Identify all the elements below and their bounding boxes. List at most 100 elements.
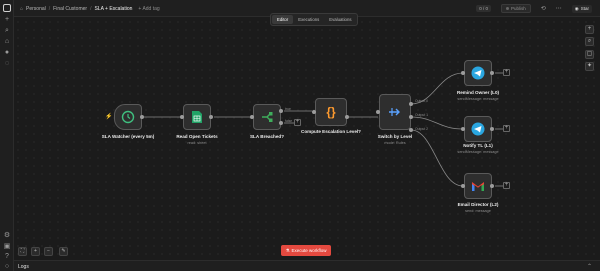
node-subtitle-email-director: send: message bbox=[465, 209, 491, 213]
add-node-panel-button[interactable]: + bbox=[585, 25, 594, 34]
github-icon: ◉ bbox=[574, 5, 579, 11]
output-handle[interactable] bbox=[490, 127, 494, 131]
publish-button[interactable]: Publish bbox=[501, 4, 531, 13]
input-handle[interactable] bbox=[312, 110, 316, 114]
ai-assistant-icon[interactable]: ✦ bbox=[585, 62, 594, 71]
fit-view-icon[interactable]: ⛶ bbox=[18, 247, 27, 256]
project-icon: ⌂ bbox=[20, 6, 24, 12]
execute-label: Execute workflow bbox=[291, 248, 327, 253]
node-compute-escalation[interactable]: {} bbox=[315, 98, 347, 126]
input-handle[interactable] bbox=[461, 184, 465, 188]
zoom-in-icon[interactable]: + bbox=[31, 247, 40, 256]
switch-output-label-2: Output 2 bbox=[415, 127, 429, 131]
switch-output-label-1: Output 1 bbox=[415, 113, 429, 117]
left-sidebar: + ⌕ ⌂ ● ◌ ⚙ ▣ ? ○ bbox=[0, 0, 14, 271]
notifications-icon[interactable]: ○ bbox=[3, 263, 11, 271]
zoom-out-icon[interactable]: − bbox=[44, 247, 53, 256]
more-options-icon[interactable]: ⋯ bbox=[556, 5, 562, 12]
if-icon bbox=[262, 112, 273, 122]
true-branch-label: true bbox=[285, 107, 291, 111]
github-star-button[interactable]: ◉ Star bbox=[571, 4, 592, 13]
add-node-false-button[interactable]: + bbox=[294, 119, 301, 126]
tidy-up-icon[interactable]: ✎ bbox=[59, 247, 68, 256]
home-icon[interactable]: ⌂ bbox=[3, 38, 11, 46]
node-switch-by-level[interactable] bbox=[379, 94, 411, 130]
user-icon[interactable]: ● bbox=[3, 49, 11, 57]
node-subtitle-read-open-tickets: read: sheet bbox=[187, 141, 207, 145]
node-title-email-director: Email Director (L2) bbox=[457, 202, 499, 207]
output-0-handle[interactable] bbox=[409, 102, 413, 106]
add-tag-link[interactable]: + Add tag bbox=[138, 6, 159, 12]
output-1-handle[interactable] bbox=[409, 115, 413, 119]
node-read-open-tickets[interactable] bbox=[183, 104, 211, 130]
code-braces-icon: {} bbox=[326, 105, 336, 119]
node-sla-watcher[interactable] bbox=[114, 104, 142, 130]
publish-label: Publish bbox=[511, 6, 526, 11]
breadcrumb-separator: / bbox=[48, 6, 51, 12]
logs-panel[interactable]: Logs ⌃ bbox=[14, 260, 600, 271]
gmail-icon bbox=[472, 181, 484, 191]
output-2-handle[interactable] bbox=[409, 128, 413, 132]
input-handle[interactable] bbox=[461, 127, 465, 131]
logs-label: Logs bbox=[18, 264, 29, 270]
switch-icon bbox=[389, 108, 400, 116]
node-sla-breached[interactable] bbox=[253, 104, 281, 130]
chat-icon[interactable]: ◌ bbox=[3, 60, 11, 68]
tab-executions[interactable]: Executions bbox=[293, 15, 324, 24]
sticky-note-icon[interactable]: ▢ bbox=[585, 50, 594, 59]
telegram-icon bbox=[471, 66, 485, 80]
version-badge[interactable]: 0 / 0 bbox=[476, 5, 491, 12]
output-handle[interactable] bbox=[490, 184, 494, 188]
false-output-handle[interactable] bbox=[279, 121, 283, 125]
node-title-read-open-tickets: Read Open Tickets bbox=[176, 134, 218, 139]
settings-icon[interactable]: ⚙ bbox=[3, 232, 11, 240]
tab-editor[interactable]: Editor bbox=[272, 15, 294, 24]
node-title-notify-tl: Notify TL (L1) bbox=[463, 143, 493, 148]
node-email-director[interactable] bbox=[464, 173, 492, 199]
false-branch-label: false bbox=[285, 119, 293, 123]
publish-status-icon bbox=[506, 7, 509, 10]
app-logo-icon[interactable] bbox=[3, 4, 11, 12]
output-handle[interactable] bbox=[345, 115, 349, 119]
node-remind-owner[interactable] bbox=[464, 60, 492, 86]
telegram-icon bbox=[471, 122, 485, 136]
add-node-button[interactable]: + bbox=[503, 125, 510, 132]
node-title-sla-breached: SLA Breached? bbox=[249, 134, 285, 139]
output-handle[interactable] bbox=[490, 71, 494, 75]
input-handle[interactable] bbox=[250, 115, 254, 119]
add-node-button[interactable]: + bbox=[503, 69, 510, 76]
output-handle[interactable] bbox=[209, 115, 213, 119]
add-icon[interactable]: + bbox=[3, 16, 11, 24]
star-label: Star bbox=[580, 6, 589, 11]
input-handle[interactable] bbox=[180, 115, 184, 119]
breadcrumb-separator: / bbox=[90, 6, 92, 12]
tab-evaluations[interactable]: Evaluations bbox=[324, 15, 356, 24]
node-title-switch-by-level: Switch by Level bbox=[377, 134, 413, 139]
templates-icon[interactable]: ▣ bbox=[3, 243, 11, 251]
node-title-sla-watcher: SLA Watcher (every 5m) bbox=[101, 134, 155, 139]
input-handle[interactable] bbox=[461, 71, 465, 75]
execute-workflow-button[interactable]: ⚗ Execute workflow bbox=[281, 245, 331, 256]
add-node-button[interactable]: + bbox=[503, 182, 510, 189]
trigger-bolt-icon: ⚡ bbox=[105, 114, 113, 120]
input-handle[interactable] bbox=[376, 110, 380, 114]
help-icon[interactable]: ? bbox=[3, 253, 11, 261]
true-output-handle[interactable] bbox=[279, 109, 283, 113]
search-icon[interactable]: ⌕ bbox=[3, 27, 11, 35]
breadcrumb-folder[interactable]: Final Customer bbox=[53, 6, 87, 12]
workflow-name[interactable]: SLA + Escalation bbox=[94, 6, 132, 12]
node-subtitle-remind-owner: sendMessage: message bbox=[457, 97, 499, 101]
search-nodes-icon[interactable]: ⌕ bbox=[585, 37, 594, 46]
history-icon[interactable]: ⟲ bbox=[541, 5, 546, 12]
chevron-up-icon[interactable]: ⌃ bbox=[587, 263, 592, 270]
editor-tabs: Editor Executions Evaluations bbox=[270, 13, 359, 26]
flask-icon: ⚗ bbox=[285, 247, 290, 253]
switch-output-label-0: Output 0 bbox=[415, 99, 429, 103]
output-handle[interactable] bbox=[140, 115, 144, 119]
workflow-canvas[interactable]: ⚡ SLA Watcher (every 5m) Read Open Ticke… bbox=[14, 18, 600, 260]
breadcrumb: ⌂ Personal / Final Customer / SLA + Esca… bbox=[20, 6, 160, 12]
breadcrumb-project[interactable]: Personal bbox=[26, 6, 46, 12]
node-notify-tl[interactable] bbox=[464, 116, 492, 142]
node-title-remind-owner: Remind Owner (L0) bbox=[456, 90, 500, 95]
sheets-icon bbox=[192, 111, 202, 123]
